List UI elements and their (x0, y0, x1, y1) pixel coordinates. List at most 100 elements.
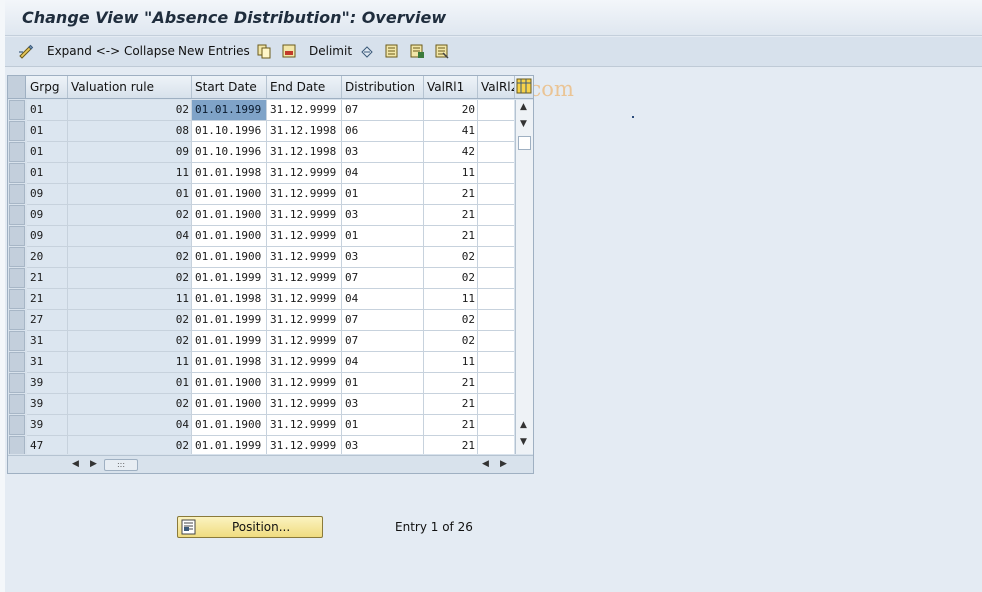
table-row[interactable]: 01 11 01.01.1998 31.12.9999 04 11 (8, 163, 514, 184)
cell-valrl1[interactable]: 21 (424, 436, 478, 454)
cell-distribution[interactable]: 06 (342, 121, 424, 142)
cell-valrl1[interactable]: 21 (424, 415, 478, 436)
row-selector[interactable] (9, 373, 25, 393)
cell-valrl2[interactable] (478, 415, 514, 436)
cell-start-date[interactable]: 01.10.1996 (192, 142, 267, 163)
scroll-down-icon[interactable]: ▼ (520, 119, 527, 129)
table-row[interactable]: 01 02 01.01.1999 31.12.9999 07 20 (8, 100, 514, 121)
cell-valrl2[interactable] (478, 331, 514, 352)
select-all-rows[interactable] (8, 76, 26, 98)
cell-end-date[interactable]: 31.12.9999 (267, 331, 342, 352)
cell-start-date[interactable]: 01.01.1998 (192, 163, 267, 184)
cell-start-date[interactable]: 01.01.1900 (192, 247, 267, 268)
table-row[interactable]: 01 08 01.10.1996 31.12.1998 06 41 (8, 121, 514, 142)
table-row[interactable]: 39 02 01.01.1900 31.12.9999 03 21 (8, 394, 514, 415)
cell-valrl2[interactable] (478, 163, 514, 184)
cell-distribution[interactable]: 01 (342, 184, 424, 205)
cell-end-date[interactable]: 31.12.9999 (267, 373, 342, 394)
column-header-distribution[interactable]: Distribution (342, 76, 424, 98)
cell-end-date[interactable]: 31.12.9999 (267, 100, 342, 121)
undo-icon[interactable] (359, 43, 375, 59)
column-header-grpg[interactable]: Grpg (27, 76, 68, 98)
cell-valrl2[interactable] (478, 247, 514, 268)
table-row[interactable]: 21 11 01.01.1998 31.12.9999 04 11 (8, 289, 514, 310)
cell-start-date[interactable]: 01.01.1900 (192, 394, 267, 415)
row-selector[interactable] (9, 142, 25, 162)
cell-end-date[interactable]: 31.12.9999 (267, 394, 342, 415)
copy-icon[interactable] (256, 43, 272, 59)
delete-icon[interactable] (281, 43, 297, 59)
column-header-valrl1[interactable]: ValRl1 (424, 76, 478, 98)
cell-start-date[interactable]: 01.01.1900 (192, 373, 267, 394)
cell-distribution[interactable]: 03 (342, 205, 424, 226)
table-row[interactable]: 09 04 01.01.1900 31.12.9999 01 21 (8, 226, 514, 247)
table-row[interactable]: 01 09 01.10.1996 31.12.1998 03 42 (8, 142, 514, 163)
cell-valrl2[interactable] (478, 226, 514, 247)
scroll-far-left-icon[interactable]: ◀ (482, 459, 489, 469)
scroll-far-right-icon[interactable]: ▶ (500, 459, 507, 469)
cell-valrl1[interactable]: 20 (424, 100, 478, 121)
table-row[interactable]: 31 02 01.01.1999 31.12.9999 07 02 (8, 331, 514, 352)
cell-start-date[interactable]: 01.01.1999 (192, 268, 267, 289)
row-selector[interactable] (9, 100, 25, 120)
cell-distribution[interactable]: 03 (342, 394, 424, 415)
cell-start-date[interactable]: 01.01.1998 (192, 289, 267, 310)
cell-end-date[interactable]: 31.12.9999 (267, 352, 342, 373)
cell-valrl1[interactable]: 21 (424, 205, 478, 226)
cell-start-date[interactable]: 01.01.1999 (192, 436, 267, 454)
cell-valrl1[interactable]: 42 (424, 142, 478, 163)
scroll-up-icon[interactable]: ▲ (520, 420, 527, 430)
vertical-scroll-thumb[interactable] (518, 136, 531, 150)
cell-valrl1[interactable]: 11 (424, 352, 478, 373)
row-selector[interactable] (9, 289, 25, 309)
row-selector[interactable] (9, 184, 25, 204)
cell-valrl2[interactable] (478, 289, 514, 310)
cell-end-date[interactable]: 31.12.9999 (267, 205, 342, 226)
cell-distribution[interactable]: 04 (342, 289, 424, 310)
row-selector[interactable] (9, 394, 25, 414)
cell-start-date[interactable]: 01.01.1998 (192, 352, 267, 373)
cell-end-date[interactable]: 31.12.9999 (267, 184, 342, 205)
select-all-icon[interactable] (384, 43, 400, 59)
row-selector[interactable] (9, 331, 25, 351)
cell-valrl1[interactable]: 21 (424, 226, 478, 247)
cell-start-date[interactable]: 01.01.1900 (192, 226, 267, 247)
cell-end-date[interactable]: 31.12.9999 (267, 436, 342, 454)
cell-end-date[interactable]: 31.12.9999 (267, 310, 342, 331)
column-header-valrl2[interactable]: ValRl2 (478, 76, 515, 98)
scroll-page-up-icon[interactable]: ▲ (520, 102, 527, 112)
row-selector[interactable] (9, 436, 25, 454)
cell-end-date[interactable]: 31.12.9999 (267, 226, 342, 247)
vertical-scrollbar[interactable]: ▲ ▼ ▲ ▼ (515, 100, 533, 454)
scroll-page-down-icon[interactable]: ▼ (520, 437, 527, 447)
table-row[interactable]: 20 02 01.01.1900 31.12.9999 03 02 (8, 247, 514, 268)
table-row[interactable]: 39 04 01.01.1900 31.12.9999 01 21 (8, 415, 514, 436)
cell-valrl2[interactable] (478, 394, 514, 415)
cell-distribution[interactable]: 03 (342, 247, 424, 268)
table-row[interactable]: 27 02 01.01.1999 31.12.9999 07 02 (8, 310, 514, 331)
table-row[interactable]: 31 11 01.01.1998 31.12.9999 04 11 (8, 352, 514, 373)
expand-collapse-button[interactable]: Expand <-> Collapse (47, 44, 175, 60)
cell-distribution[interactable]: 07 (342, 331, 424, 352)
row-selector[interactable] (9, 268, 25, 288)
cell-end-date[interactable]: 31.12.1998 (267, 121, 342, 142)
table-row[interactable]: 09 02 01.01.1900 31.12.9999 03 21 (8, 205, 514, 226)
table-settings-icon[interactable] (516, 78, 532, 94)
column-header-valuation-rule[interactable]: Valuation rule (68, 76, 192, 98)
scroll-left-icon[interactable]: ◀ (72, 459, 79, 469)
cell-valrl2[interactable] (478, 436, 514, 454)
row-selector[interactable] (9, 205, 25, 225)
cell-valrl1[interactable]: 41 (424, 121, 478, 142)
cell-valrl2[interactable] (478, 268, 514, 289)
cell-end-date[interactable]: 31.12.9999 (267, 247, 342, 268)
cell-start-date[interactable]: 01.01.1999 (192, 100, 267, 121)
cell-valrl1[interactable]: 21 (424, 373, 478, 394)
row-selector[interactable] (9, 310, 25, 330)
cell-valrl2[interactable] (478, 373, 514, 394)
cell-valrl1[interactable]: 21 (424, 184, 478, 205)
cell-valrl2[interactable] (478, 121, 514, 142)
cell-distribution[interactable]: 04 (342, 163, 424, 184)
delimit-button[interactable]: Delimit (309, 44, 352, 60)
cell-start-date[interactable]: 01.01.1900 (192, 415, 267, 436)
cell-valrl1[interactable]: 11 (424, 163, 478, 184)
